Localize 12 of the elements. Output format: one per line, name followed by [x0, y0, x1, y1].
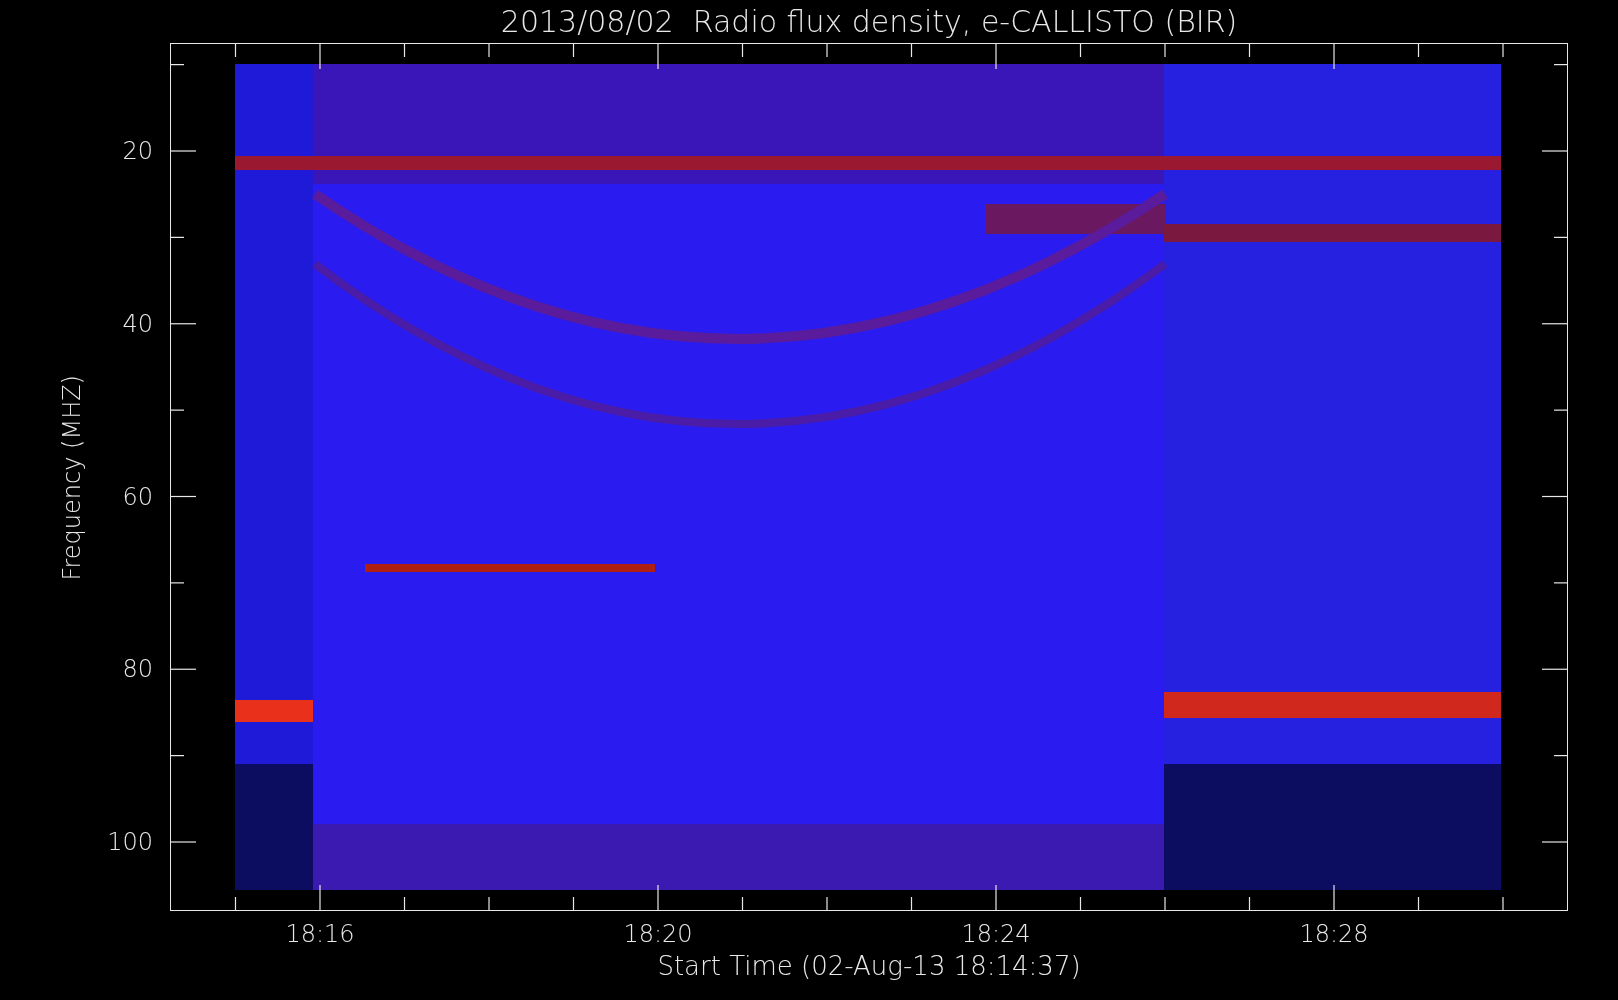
- y-tick-label: 80: [122, 655, 153, 684]
- x-tick-label: 18:16: [285, 920, 355, 948]
- x-tick-label: 18:24: [961, 920, 1031, 948]
- y-tick-label: 20: [122, 137, 153, 165]
- y-tick-label: 100: [107, 828, 153, 856]
- x-tick-label: 18:20: [623, 920, 693, 948]
- x-tick-label: 18:28: [1299, 920, 1369, 948]
- y-tick-label: 60: [122, 482, 153, 511]
- y-tick-label: 40: [122, 309, 153, 338]
- y-axis-label: Frequency (MHZ): [58, 375, 86, 581]
- x-axis-label: Start Time (02-Aug-13 18:14:37): [657, 951, 1081, 981]
- chart-title: 2013/08/02 Radio flux density, e-CALLISTO (BIR): [500, 4, 1238, 39]
